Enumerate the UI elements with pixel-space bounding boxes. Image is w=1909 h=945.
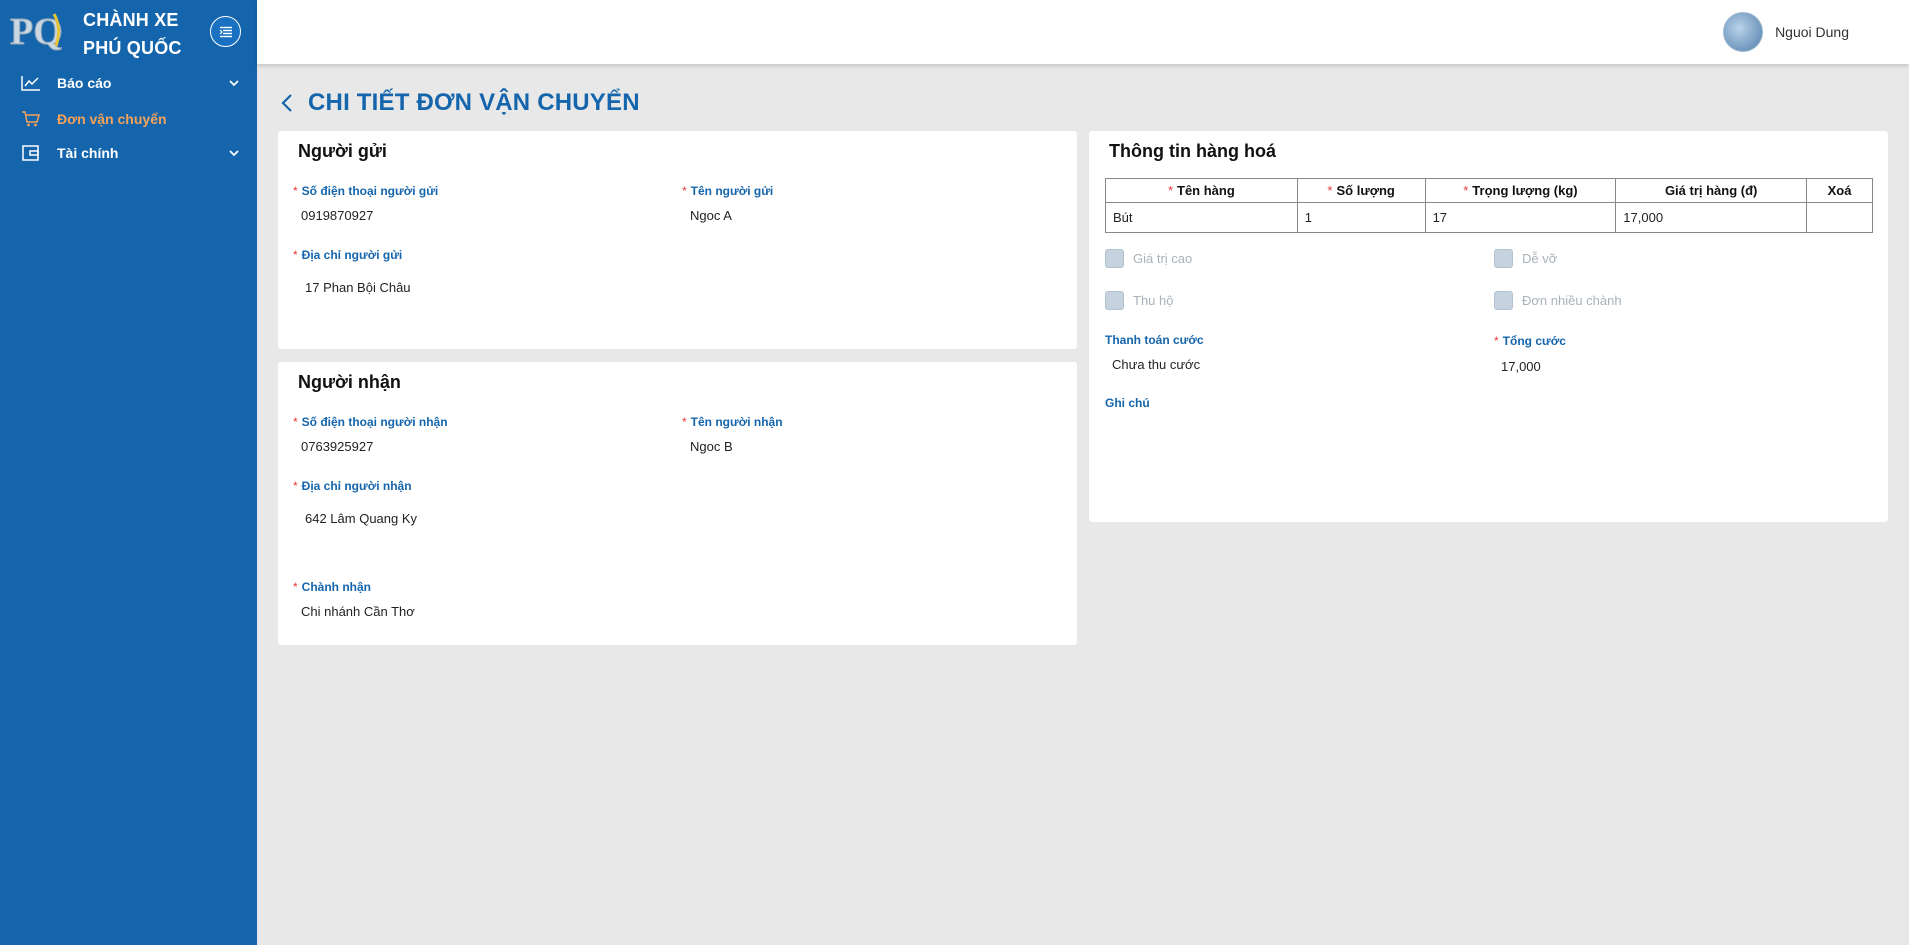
checkbox-box bbox=[1105, 249, 1124, 268]
goods-weight-cell[interactable]: 17 bbox=[1424, 202, 1617, 233]
checkbox-box bbox=[1494, 249, 1513, 268]
user-name: Nguoi Dung bbox=[1775, 24, 1849, 40]
note-label: Ghi chú bbox=[1105, 396, 1150, 410]
total-field[interactable]: 17,000 bbox=[1501, 359, 1541, 374]
multi-branch-checkbox[interactable]: Đơn nhiều chành bbox=[1494, 291, 1622, 310]
sidebar-item-bao-cao[interactable]: Báo cáo bbox=[0, 67, 257, 99]
line-chart-icon bbox=[21, 76, 40, 91]
receiver-card: Người nhận * Số điện thoại người nhận 076… bbox=[278, 362, 1077, 645]
checkbox-label: Giá trị cao bbox=[1133, 251, 1193, 266]
goods-table: * Tên hàng * Số lượng * Trọng lượng (kg) Gi… bbox=[1105, 178, 1873, 233]
sidebar-item-tai-chinh[interactable]: Tài chính bbox=[0, 137, 257, 169]
avatar bbox=[1723, 12, 1764, 52]
payment-label: Thanh toán cước bbox=[1105, 333, 1204, 347]
sidebar: PQ CHÀNH XE PHÚ QUỐC Báo cáo Đơn vận chu… bbox=[0, 0, 257, 945]
goods-quantity-cell[interactable]: 1 bbox=[1296, 202, 1426, 233]
sender-phone-label: * Số điện thoại người gửi bbox=[293, 184, 439, 198]
receiver-name-label: * Tên người nhận bbox=[682, 415, 783, 429]
user-menu[interactable]: Nguoi Dung bbox=[1723, 12, 1849, 52]
receiver-address-field[interactable]: 642 Lâm Quang Ky bbox=[305, 511, 417, 526]
brand: PQ CHÀNH XE PHÚ QUỐC bbox=[0, 0, 257, 64]
cod-checkbox[interactable]: Thu hộ bbox=[1105, 291, 1173, 310]
checkbox-box bbox=[1494, 291, 1513, 310]
checkbox-box bbox=[1105, 291, 1124, 310]
receiver-branch-select[interactable]: Chi nhánh Cần Thơ bbox=[301, 604, 415, 619]
goods-card: Thông tin hàng hoá * Tên hàng * Số lượng *… bbox=[1089, 131, 1888, 522]
sidebar-item-label: Đơn vận chuyển bbox=[57, 111, 167, 127]
sidebar-item-label: Báo cáo bbox=[57, 75, 112, 91]
back-arrow-icon[interactable] bbox=[278, 91, 298, 115]
checkbox-label: Dễ vỡ bbox=[1522, 251, 1558, 266]
sender-card-title: Người gửi bbox=[298, 141, 387, 161]
receiver-name-field[interactable]: Ngoc B bbox=[690, 439, 733, 454]
column-header-xoa: Xoá bbox=[1806, 178, 1873, 203]
note-textarea[interactable] bbox=[1105, 416, 1873, 506]
column-header-ten-hang: * Tên hàng bbox=[1105, 178, 1298, 203]
top-header: Nguoi Dung bbox=[257, 0, 1909, 64]
sender-name-field[interactable]: Ngoc A bbox=[690, 208, 732, 223]
total-label: * Tổng cước bbox=[1494, 334, 1566, 348]
checkbox-label: Thu hộ bbox=[1133, 293, 1174, 308]
menu-toggle-button[interactable] bbox=[210, 16, 241, 47]
high-value-checkbox[interactable]: Giá trị cao bbox=[1105, 249, 1192, 268]
sender-address-label: * Địa chỉ người gửi bbox=[293, 248, 403, 262]
receiver-address-label: * Địa chỉ người nhận bbox=[293, 479, 412, 493]
brand-name: CHÀNH XE PHÚ QUỐC bbox=[83, 6, 182, 62]
brand-name-line2: PHÚ QUỐC bbox=[83, 38, 182, 58]
receiver-card-title: Người nhận bbox=[298, 372, 401, 392]
column-header-so-luong: * Số lượng bbox=[1296, 178, 1426, 203]
table-header-row: * Tên hàng * Số lượng * Trọng lượng (kg) Gi… bbox=[1105, 178, 1873, 203]
page-title: CHI TIẾT ĐƠN VẬN CHUYỂN bbox=[308, 89, 640, 116]
cart-icon bbox=[22, 111, 40, 127]
fragile-checkbox[interactable]: Dễ vỡ bbox=[1494, 249, 1557, 268]
page-title-bar: CHI TIẾT ĐƠN VẬN CHUYỂN bbox=[278, 87, 640, 119]
column-header-gia-tri: Giá trị hàng (đ) bbox=[1615, 178, 1808, 203]
brand-name-line1: CHÀNH XE bbox=[83, 10, 179, 30]
sender-phone-field[interactable]: 0919870927 bbox=[301, 208, 373, 223]
payment-select[interactable]: Chưa thu cước bbox=[1112, 357, 1200, 372]
sender-name-label: * Tên người gửi bbox=[682, 184, 774, 198]
sidebar-item-label: Tài chính bbox=[57, 145, 119, 161]
receiver-phone-label: * Số điện thoại người nhận bbox=[293, 415, 448, 429]
wallet-icon bbox=[22, 145, 39, 161]
sender-card: Người gửi * Số điện thoại người gửi 09198… bbox=[278, 131, 1077, 349]
checkbox-label: Đơn nhiều chành bbox=[1522, 293, 1622, 308]
chevron-down-icon bbox=[229, 80, 239, 87]
goods-name-cell[interactable]: Bút bbox=[1105, 202, 1298, 233]
sidebar-item-don-van-chuyen[interactable]: Đơn vận chuyển bbox=[0, 103, 257, 135]
brand-logo: PQ bbox=[10, 11, 63, 54]
column-header-trong-luong: * Trọng lượng (kg) bbox=[1424, 178, 1617, 203]
sender-address-field[interactable]: 17 Phan Bội Châu bbox=[305, 280, 411, 295]
chevron-down-icon bbox=[229, 150, 239, 157]
table-row: Bút 1 17 17,000 bbox=[1105, 202, 1873, 233]
menu-collapse-icon bbox=[219, 26, 232, 37]
goods-card-title: Thông tin hàng hoá bbox=[1109, 141, 1276, 161]
receiver-branch-label: * Chành nhận bbox=[293, 580, 371, 594]
receiver-phone-field[interactable]: 0763925927 bbox=[301, 439, 373, 454]
goods-value-cell[interactable]: 17,000 bbox=[1615, 202, 1808, 233]
goods-delete-cell[interactable] bbox=[1806, 202, 1873, 233]
